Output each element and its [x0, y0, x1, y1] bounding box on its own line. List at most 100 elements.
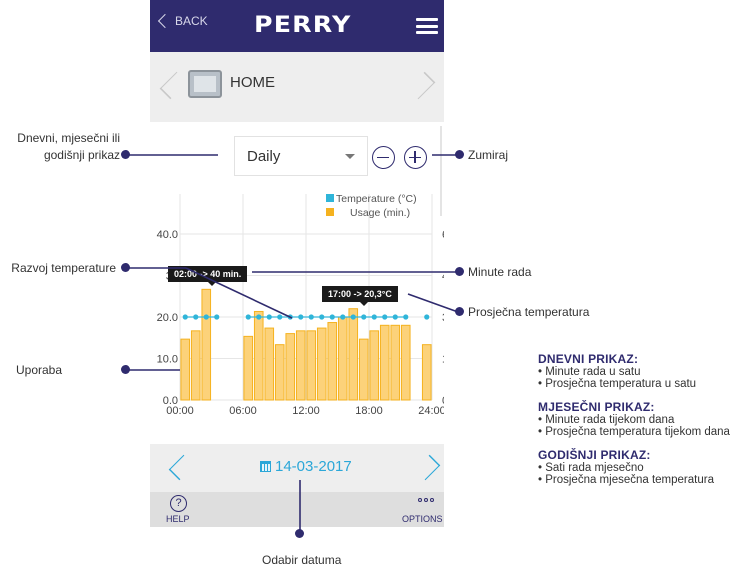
temperature-point	[277, 314, 283, 320]
annotation-dot	[121, 150, 130, 159]
x-axis-tick-label: 00:00	[166, 405, 194, 417]
usage-bar	[190, 330, 201, 401]
x-axis-tick-label: 24:00	[418, 405, 444, 417]
annotation-dot	[455, 307, 464, 316]
caret-down-icon	[345, 154, 355, 159]
hamburger-menu-icon[interactable]	[416, 18, 438, 34]
help-icon[interactable]: ?	[170, 495, 187, 512]
annotation-dot	[121, 263, 130, 272]
temperature-point	[266, 314, 272, 320]
daily-item: • Prosječna temperatura u satu	[538, 378, 697, 390]
temperature-point	[350, 314, 356, 320]
right-axis-tick-label: 60	[442, 229, 444, 241]
date-navigator: 14-03-2017	[150, 444, 444, 492]
temperature-point	[308, 314, 314, 320]
scrollbar[interactable]	[440, 126, 442, 216]
options-icon[interactable]	[418, 498, 434, 502]
thermostat-device-icon	[188, 70, 222, 98]
usage-bar	[337, 316, 348, 401]
period-select[interactable]: Daily	[234, 136, 368, 176]
calendar-icon	[260, 461, 271, 472]
annotation-zoom: Zumiraj	[468, 148, 509, 162]
options-label[interactable]: OPTIONS	[402, 514, 443, 524]
temperature-point	[403, 314, 409, 320]
annotation-minutes: Minute rada	[468, 265, 532, 279]
yearly-item: • Prosječna mjesečna temperatura	[538, 474, 714, 486]
x-axis-tick-label: 12:00	[292, 405, 320, 417]
date-picker[interactable]: 14-03-2017	[260, 458, 352, 475]
chart-panel: Daily Temperature (°C) Usage (min.) 40.0 3…	[150, 122, 444, 444]
usage-bar	[295, 330, 306, 401]
usage-bar	[243, 335, 254, 401]
annotation-dot	[121, 365, 130, 374]
usage-bar	[379, 324, 390, 401]
app-screen: BACK PERRY HOME Daily Temperature (°C) Us…	[150, 0, 444, 527]
usage-bar	[358, 338, 369, 401]
help-label[interactable]: HELP	[166, 514, 190, 524]
temperature-point	[424, 314, 430, 320]
usage-bar	[274, 344, 285, 401]
device-name: HOME	[230, 74, 275, 91]
next-device-chevron-icon[interactable]	[407, 71, 436, 100]
right-axis-tick-label: 15	[442, 354, 444, 366]
temperature-point	[203, 314, 209, 320]
usage-bar	[253, 310, 264, 401]
bottom-bar: ? HELP OPTIONS	[150, 492, 444, 527]
usage-chart: Temperature (°C) Usage (min.) 40.0 30 20.0 1…	[157, 193, 444, 417]
temperature-point	[193, 314, 199, 320]
usage-bar	[201, 288, 212, 401]
chevron-left-icon	[157, 13, 173, 29]
prev-device-chevron-icon[interactable]	[159, 71, 188, 100]
temperature-point	[340, 314, 346, 320]
zoom-in-button[interactable]	[404, 146, 427, 169]
left-axis-tick-label: 10.0	[157, 354, 178, 366]
back-label: BACK	[175, 14, 208, 28]
monthly-view-title: MJESEČNI PRIKAZ:	[538, 400, 655, 414]
annotation-view-mode: Dnevni, mjesečni ili godišnji prikaz	[17, 131, 120, 162]
daily-view-title: DNEVNI PRIKAZ:	[538, 352, 639, 366]
temperature-point	[298, 314, 304, 320]
annotation-average-temperature: Prosječna temperatura	[468, 305, 590, 319]
views-summary: DNEVNI PRIKAZ: • Minute rada u satu • Pr…	[538, 352, 730, 486]
back-button[interactable]: BACK	[156, 13, 208, 29]
usage-bar	[180, 338, 191, 401]
usage-bar	[421, 344, 432, 401]
selected-date: 14-03-2017	[275, 458, 352, 475]
usage-bar	[306, 330, 317, 401]
left-axis-tick-label: 40.0	[157, 229, 178, 241]
usage-bar	[348, 308, 359, 401]
usage-bar	[285, 333, 296, 401]
temperature-point	[256, 314, 262, 320]
legend-swatch	[326, 194, 334, 202]
usage-bar	[327, 322, 338, 401]
device-selector: HOME	[150, 52, 444, 122]
usage-tooltip: 02:00 -> 40 min.	[168, 266, 248, 286]
temperature-point	[319, 314, 325, 320]
annotation-usage: Uporaba	[16, 363, 63, 377]
temperature-point	[329, 314, 335, 320]
temperature-point	[214, 314, 220, 320]
next-date-chevron-icon[interactable]	[414, 454, 441, 481]
annotation-dot	[455, 150, 464, 159]
yearly-view-title: GODIŠNJI PRIKAZ:	[538, 448, 651, 462]
temperature-point	[182, 314, 188, 320]
period-select-value: Daily	[247, 148, 281, 165]
top-bar: BACK PERRY	[150, 0, 444, 52]
usage-bar	[390, 324, 401, 401]
usage-bar	[400, 324, 411, 401]
right-axis-tick-label: 30	[442, 312, 444, 324]
annotation-temperature-trend: Razvoj temperature	[11, 261, 116, 275]
yearly-item: • Sati rada mjesečno	[538, 462, 644, 474]
legend-swatch	[326, 208, 334, 216]
temperature-tooltip: 17:00 -> 20,3°C	[322, 286, 398, 306]
prev-date-chevron-icon[interactable]	[168, 454, 195, 481]
usage-bar	[369, 330, 380, 401]
monthly-item: • Minute rada tijekom dana	[538, 414, 675, 426]
temperature-point	[392, 314, 398, 320]
annotation-date-select: Odabir datuma	[262, 553, 342, 567]
legend-label: Temperature (°C)	[336, 193, 417, 205]
zoom-out-button[interactable]	[372, 146, 395, 169]
monthly-item: • Prosječna temperatura tijekom dana	[538, 426, 730, 438]
legend-label: Usage (min.)	[350, 207, 410, 219]
temperature-point	[382, 314, 388, 320]
